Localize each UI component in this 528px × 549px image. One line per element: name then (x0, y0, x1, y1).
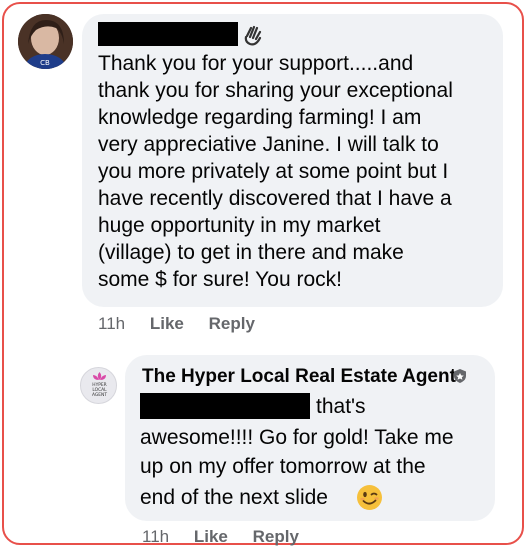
like-button[interactable]: Like (150, 314, 184, 333)
reply-text-line: that's (316, 395, 366, 418)
page-avatar[interactable]: HYPER LOCAL AGENT (80, 367, 117, 404)
comment-text-line: very appreciative Janine. I will talk to (98, 133, 439, 156)
comment-actions: 11h Like Reply (98, 314, 255, 334)
winking-face-icon (356, 484, 383, 516)
redacted-author-name (98, 22, 238, 46)
comment-text-line: some $ for sure! You rock! (98, 268, 342, 291)
waving-hand-icon (242, 24, 264, 51)
redacted-mention (140, 393, 310, 419)
comment-text-line: (village) to get in there and make (98, 241, 404, 264)
comment-text-line: huge opportunity in my market (98, 214, 381, 237)
comment-text: Thank you for your support.....and thank… (98, 50, 498, 293)
comment-text-line: you more privately at some point but I (98, 160, 449, 183)
profile-photo-icon: CB (18, 14, 73, 69)
reply-text-line: up on my offer tomorrow at the (140, 455, 426, 478)
commenter-avatar[interactable]: CB (18, 14, 73, 69)
comment-text-line: have recently discovered that I have a (98, 187, 452, 210)
shield-badge-icon (452, 368, 468, 389)
reply-button[interactable]: Reply (209, 314, 255, 333)
comment-text-line: thank you for sharing your exceptional (98, 79, 453, 102)
comment-text-line: Thank you for your support.....and (98, 52, 414, 75)
reply-author-name[interactable]: The Hyper Local Real Estate Agent (142, 366, 456, 388)
reply-like-button[interactable]: Like (194, 527, 228, 546)
reply-reply-button[interactable]: Reply (253, 527, 299, 546)
reply-text-line: awesome!!!! Go for gold! Take me (140, 426, 454, 449)
reply-actions: 11h Like Reply (142, 527, 299, 547)
reply-text-line: end of the next slide (140, 486, 328, 509)
svg-text:CB: CB (40, 59, 50, 67)
comment-text-line: knowledge regarding farming! I am (98, 106, 422, 129)
comment-timestamp[interactable]: 11h (98, 314, 125, 333)
reply-timestamp[interactable]: 11h (142, 527, 169, 546)
logo-text: AGENT (92, 392, 107, 398)
